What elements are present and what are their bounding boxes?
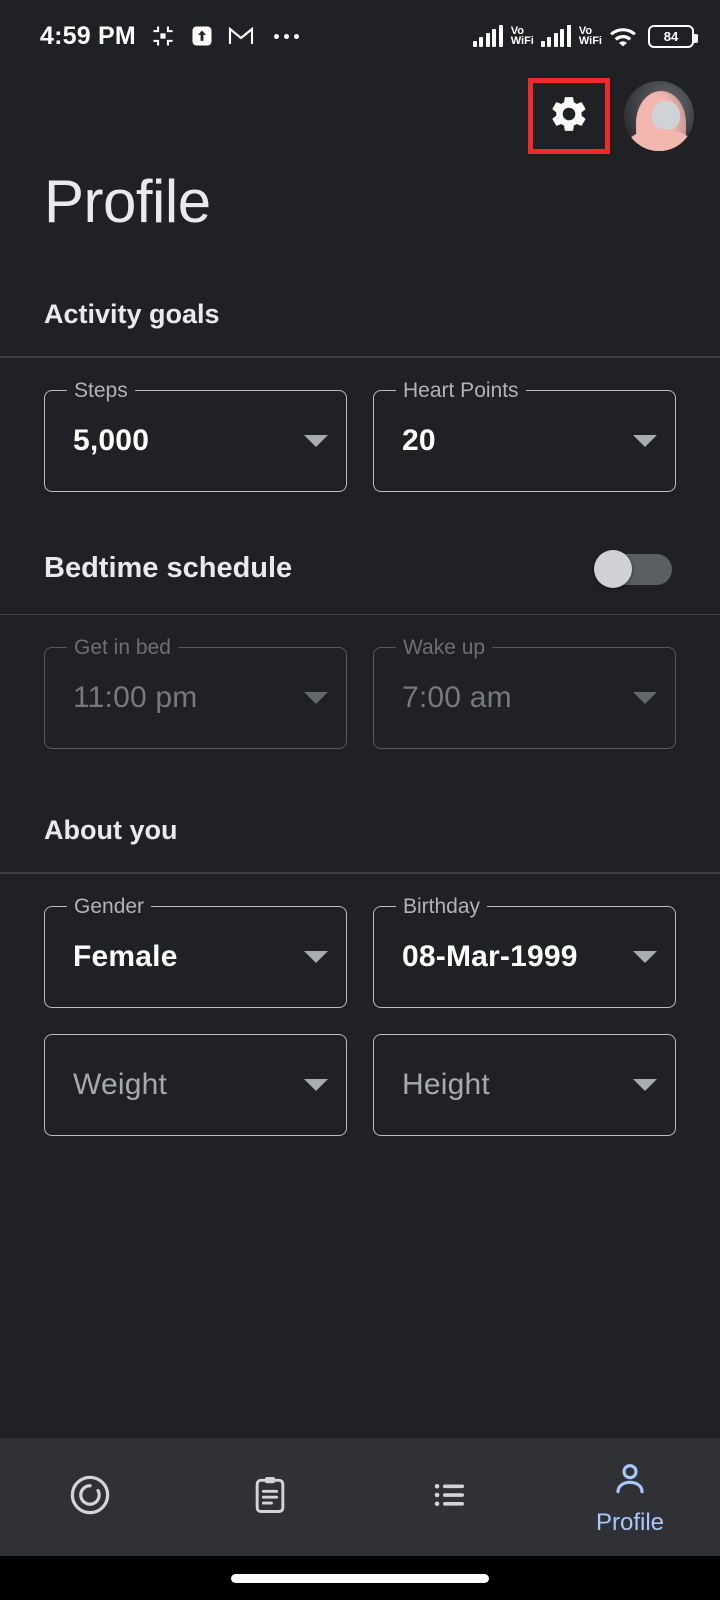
bedtime-schedule-label: Bedtime schedule — [44, 552, 293, 584]
height-field-placeholder: Height — [402, 1067, 490, 1101]
gender-field-value: Female — [73, 939, 178, 973]
get-in-bed-field-value: 11:00 pm — [73, 681, 198, 714]
upload-icon — [190, 24, 214, 48]
gmail-icon — [228, 25, 254, 47]
about-you-fields-row-1: Gender Female Birthday 08-Mar-1999 — [0, 874, 720, 1008]
chevron-down-icon — [304, 692, 328, 704]
nav-item-list[interactable] — [360, 1474, 540, 1521]
profile-content: Profile Activity goals Steps 5,000 Heart… — [0, 160, 720, 1438]
birthday-field-value: 08-Mar-1999 — [402, 939, 578, 973]
person-icon — [610, 1459, 650, 1504]
gesture-bar[interactable] — [231, 1573, 489, 1583]
height-field[interactable]: Height — [373, 1033, 676, 1136]
vowifi-line2-sim2: WiFi — [578, 35, 602, 47]
gear-icon — [548, 93, 590, 140]
gesture-bar-area — [0, 1556, 720, 1600]
list-icon — [429, 1474, 471, 1521]
heart-points-field[interactable]: Heart Points 20 — [373, 378, 676, 492]
activity-ring-icon — [67, 1472, 113, 1523]
chevron-down-icon — [633, 950, 657, 963]
heart-points-field-label: Heart Points — [396, 378, 526, 403]
vowifi-line2-sim1: WiFi — [510, 35, 534, 47]
phone-screen: 4:59 PM Vo WiFi Vo WiFi 84 Profile Activ… — [0, 0, 720, 1600]
bedtime-schedule-toggle[interactable] — [594, 549, 672, 588]
battery-icon: 84 — [648, 24, 698, 48]
section-heading-activity-goals: Activity goals — [44, 299, 220, 329]
settings-button[interactable] — [528, 78, 610, 154]
wifi-icon — [609, 25, 637, 47]
chevron-down-icon — [304, 434, 328, 447]
slack-icon — [150, 23, 176, 49]
nav-item-profile[interactable]: Profile — [540, 1459, 720, 1536]
bottom-navigation: Profile — [0, 1438, 720, 1556]
heart-points-field-value: 20 — [402, 423, 436, 457]
get-in-bed-field-label: Get in bed — [67, 636, 178, 660]
about-you-fields-row-2: Weight Height — [0, 1008, 720, 1136]
activity-goals-fields: Steps 5,000 Heart Points 20 — [0, 358, 720, 492]
steps-field-value: 5,000 — [73, 423, 150, 457]
battery-level-label: 84 — [663, 28, 679, 44]
weight-field[interactable]: Weight — [44, 1033, 347, 1136]
wake-up-field[interactable]: Wake up 7:00 am — [373, 636, 676, 749]
chevron-down-icon — [304, 950, 328, 963]
get-in-bed-field[interactable]: Get in bed 11:00 pm — [44, 636, 347, 749]
nav-item-profile-label: Profile — [595, 1508, 665, 1536]
chevron-down-icon — [633, 692, 657, 704]
weight-field-placeholder: Weight — [73, 1067, 168, 1101]
page-title: Profile — [44, 168, 211, 235]
vowifi-label-sim2: Vo WiFi — [578, 25, 602, 47]
gender-field-label: Gender — [67, 894, 152, 919]
gender-field[interactable]: Gender Female — [44, 894, 347, 1008]
signal-bars-sim2-icon — [540, 25, 571, 47]
chevron-down-icon — [304, 1078, 328, 1091]
vowifi-label-sim1: Vo WiFi — [510, 25, 534, 47]
status-bar: 4:59 PM Vo WiFi Vo WiFi 84 — [0, 0, 720, 72]
signal-bars-sim1-icon — [472, 25, 503, 47]
bedtime-fields: Get in bed 11:00 pm Wake up 7:00 am — [0, 615, 720, 749]
header-actions — [0, 72, 720, 160]
journal-clipboard-icon — [248, 1473, 292, 1522]
toggle-knob — [594, 549, 632, 588]
birthday-field-label: Birthday — [396, 894, 488, 919]
status-bar-clock: 4:59 PM — [40, 21, 136, 50]
chevron-down-icon — [633, 1078, 657, 1091]
wake-up-field-label: Wake up — [396, 636, 493, 660]
overflow-dots-icon — [273, 33, 299, 39]
chevron-down-icon — [633, 434, 657, 447]
status-bar-left: 4:59 PM — [40, 22, 299, 51]
section-heading-about-you: About you — [44, 815, 178, 845]
avatar-face — [652, 100, 680, 130]
avatar[interactable] — [624, 81, 694, 151]
wake-up-field-value: 7:00 am — [402, 681, 512, 714]
nav-item-journal[interactable] — [180, 1473, 360, 1522]
bedtime-schedule-row[interactable]: Bedtime schedule — [0, 549, 720, 588]
nav-item-home[interactable] — [0, 1472, 180, 1523]
steps-field-label: Steps — [67, 378, 135, 403]
steps-field[interactable]: Steps 5,000 — [44, 378, 347, 492]
status-bar-right: Vo WiFi Vo WiFi 84 — [472, 24, 698, 48]
birthday-field[interactable]: Birthday 08-Mar-1999 — [373, 894, 676, 1008]
